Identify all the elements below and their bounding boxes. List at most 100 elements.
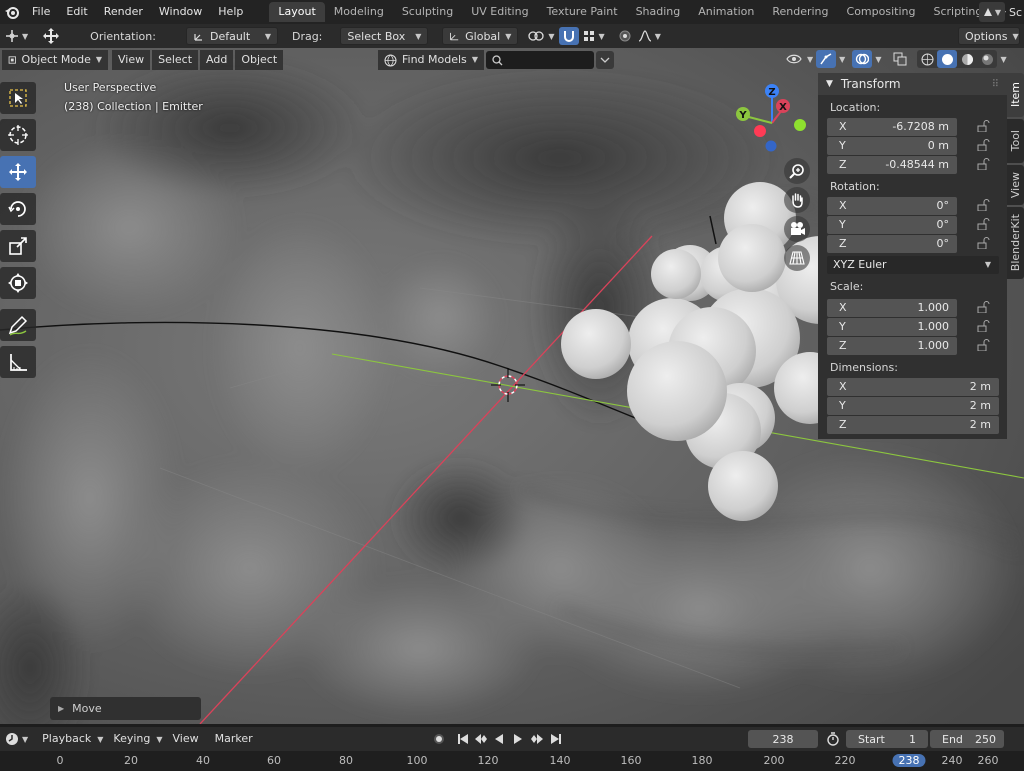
timeline-menu-view[interactable]: View (167, 729, 205, 749)
search-dropdown-button[interactable] (596, 51, 614, 69)
scale-y-field[interactable]: Y 1.000 (827, 317, 957, 336)
proportional-editing-icon[interactable] (615, 27, 635, 45)
xray-toggle-icon[interactable] (890, 50, 910, 68)
menu-window[interactable]: Window (151, 0, 210, 24)
lock-icon[interactable] (977, 237, 991, 252)
dimensions-y-field[interactable]: Y 2 m (827, 396, 999, 415)
jump-start-button[interactable] (454, 731, 472, 747)
gizmo-toggle-icon[interactable] (816, 50, 837, 68)
tab-shading[interactable]: Shading (627, 2, 690, 22)
scale-x-field[interactable]: X 1.000 (827, 298, 957, 317)
scene-selector-button[interactable]: ▼ (978, 2, 1005, 22)
navigation-gizmo[interactable]: Z X Y (730, 81, 814, 157)
viewport-menu-view[interactable]: View (112, 50, 151, 70)
dimensions-x-field[interactable]: X 2 m (827, 377, 999, 396)
viewport-menu-object[interactable]: Object (235, 50, 284, 70)
transform-orientation-dropdown[interactable]: Global ▼ (442, 27, 519, 45)
timeline-menu-keying[interactable]: Keying (107, 729, 156, 749)
blender-logo-icon[interactable] (0, 0, 24, 24)
annotate-tool[interactable] (0, 309, 36, 341)
record-button[interactable] (430, 731, 448, 747)
zoom-button[interactable] (784, 158, 810, 184)
rendered-shading-icon[interactable] (977, 50, 997, 68)
timeline-menu-playback[interactable]: Playback (36, 729, 97, 749)
location-x-field[interactable]: X -6.7208 m (827, 117, 957, 136)
tab-compositing[interactable]: Compositing (838, 2, 925, 22)
tab-layout[interactable]: Layout (269, 2, 325, 22)
timeline-frame-ruler[interactable]: 0 20 40 60 80 100 120 140 160 180 200 22… (0, 751, 1024, 771)
falloff-curve-icon[interactable] (635, 27, 655, 45)
lock-icon[interactable] (977, 301, 991, 316)
material-preview-icon[interactable] (957, 50, 977, 68)
pan-button[interactable] (784, 187, 810, 213)
tab-item[interactable]: Item (1007, 73, 1024, 117)
viewport-menu-add[interactable]: Add (200, 50, 234, 70)
lock-icon[interactable] (977, 339, 991, 354)
collapse-arrow-icon[interactable]: ▼ (826, 79, 833, 89)
rotation-z-field[interactable]: Z 0° (827, 234, 957, 253)
lock-icon[interactable] (977, 218, 991, 233)
transform-panel-header[interactable]: ▼ Transform ⠿ (818, 73, 1007, 95)
drag-dropdown[interactable]: Select Box ▼ (340, 27, 429, 45)
tab-texture-paint[interactable]: Texture Paint (538, 2, 627, 22)
preview-range-button[interactable] (824, 731, 842, 747)
snap-toggle-icon[interactable] (558, 27, 579, 45)
current-frame-indicator[interactable]: 238 (892, 754, 926, 767)
scale-z-field[interactable]: Z 1.000 (827, 336, 957, 355)
model-search-input[interactable] (486, 51, 594, 69)
lock-icon[interactable] (977, 158, 991, 173)
wireframe-shading-icon[interactable] (917, 50, 937, 68)
menu-help[interactable]: Help (210, 0, 251, 24)
pivot-point-icon[interactable] (524, 27, 548, 45)
tab-view[interactable]: View (1007, 165, 1024, 205)
editor-type-button[interactable] (2, 730, 22, 748)
move-tool-icon[interactable] (38, 27, 64, 45)
tab-sculpting[interactable]: Sculpting (393, 2, 462, 22)
overlays-toggle-icon[interactable] (852, 50, 873, 68)
camera-view-button[interactable] (784, 216, 810, 242)
select-box-tool[interactable] (0, 82, 36, 114)
tab-modeling[interactable]: Modeling (325, 2, 393, 22)
gizmo-neg-x[interactable] (754, 125, 766, 137)
current-frame-field[interactable]: 238 (748, 730, 818, 748)
tab-animation[interactable]: Animation (689, 2, 763, 22)
lock-icon[interactable] (977, 139, 991, 154)
play-reverse-button[interactable] (490, 731, 508, 747)
options-dropdown[interactable]: Options ▼ (958, 27, 1020, 45)
panel-drag-handle-icon[interactable]: ⠿ (992, 79, 999, 90)
rotation-y-field[interactable]: Y 0° (827, 215, 957, 234)
tab-uv-editing[interactable]: UV Editing (462, 2, 537, 22)
dimensions-z-field[interactable]: Z 2 m (827, 415, 999, 434)
solid-shading-icon[interactable] (937, 50, 958, 68)
menu-edit[interactable]: Edit (58, 0, 95, 24)
menu-file[interactable]: File (24, 0, 58, 24)
location-y-field[interactable]: Y 0 m (827, 136, 957, 155)
expand-arrow-icon[interactable]: ▶ (58, 704, 64, 713)
tab-blenderkit[interactable]: BlenderKit (1007, 207, 1024, 279)
menu-render[interactable]: Render (96, 0, 151, 24)
tab-tool[interactable]: Tool (1007, 119, 1024, 163)
lock-icon[interactable] (977, 199, 991, 214)
prev-keyframe-button[interactable] (472, 731, 490, 747)
jump-end-button[interactable] (547, 731, 565, 747)
rotate-tool[interactable] (0, 193, 36, 225)
end-frame-field[interactable]: End 250 (930, 730, 1004, 748)
lock-icon[interactable] (977, 120, 991, 135)
orientation-dropdown[interactable]: Default ▼ (185, 27, 278, 45)
move-tool[interactable] (0, 156, 36, 188)
redo-last-panel[interactable]: ▶ Move (50, 697, 201, 720)
lock-icon[interactable] (977, 320, 991, 335)
gizmo-neg-z[interactable] (765, 140, 777, 152)
scale-tool[interactable] (0, 230, 36, 262)
measure-tool[interactable] (0, 346, 36, 378)
next-keyframe-button[interactable] (528, 731, 546, 747)
timeline-menu-marker[interactable]: Marker (209, 729, 259, 749)
start-frame-field[interactable]: Start 1 (846, 730, 928, 748)
rotation-mode-dropdown[interactable]: XYZ Euler ▼ (827, 255, 999, 274)
play-button[interactable] (509, 731, 527, 747)
gizmo-neg-y[interactable] (794, 119, 806, 131)
snap-grid-icon[interactable] (579, 27, 599, 45)
cursor-tool[interactable] (0, 119, 36, 151)
find-models-button[interactable]: Find Models ▼ (378, 50, 484, 70)
object-mode-dropdown[interactable]: Object Mode ▼ (2, 50, 108, 70)
